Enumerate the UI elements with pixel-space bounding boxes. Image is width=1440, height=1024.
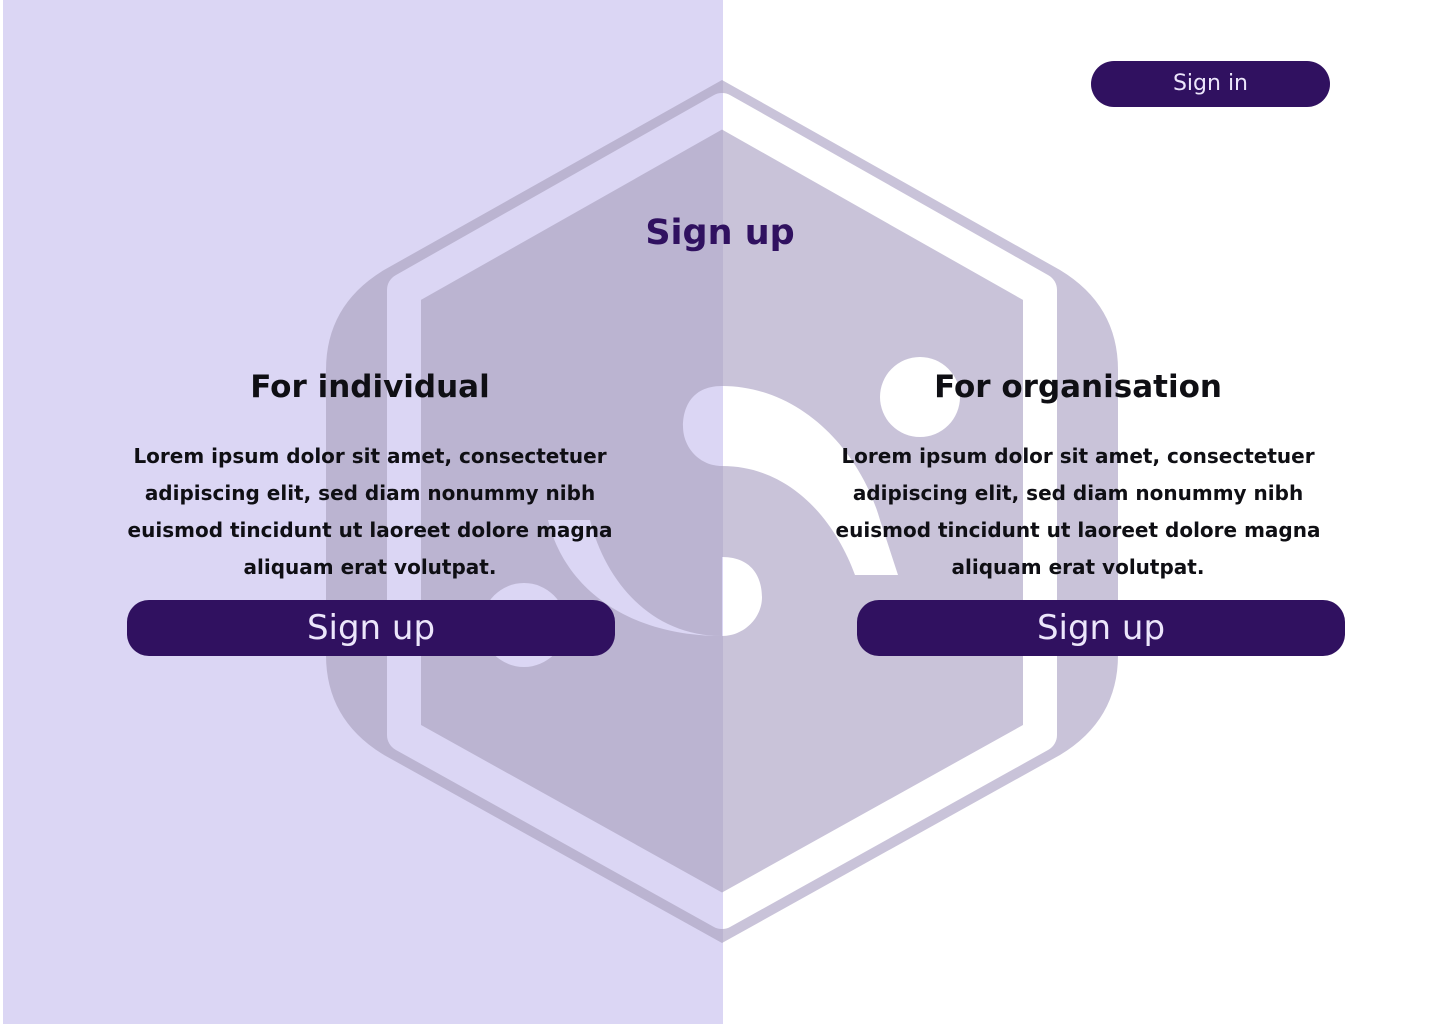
sign-in-button[interactable]: Sign in — [1091, 61, 1330, 107]
individual-sign-up-button[interactable]: Sign up — [127, 600, 615, 656]
organisation-sign-up-button[interactable]: Sign up — [857, 600, 1345, 656]
organisation-section: For organisation Lorem ipsum dolor sit a… — [798, 360, 1358, 586]
individual-section: For individual Lorem ipsum dolor sit ame… — [90, 360, 650, 586]
organisation-description: Lorem ipsum dolor sit amet, consectetuer… — [835, 444, 1321, 579]
organisation-heading: For organisation — [934, 369, 1222, 405]
page-title: Sign up — [645, 213, 795, 253]
individual-heading: For individual — [250, 369, 490, 405]
individual-description: Lorem ipsum dolor sit amet, consectetuer… — [127, 444, 613, 579]
